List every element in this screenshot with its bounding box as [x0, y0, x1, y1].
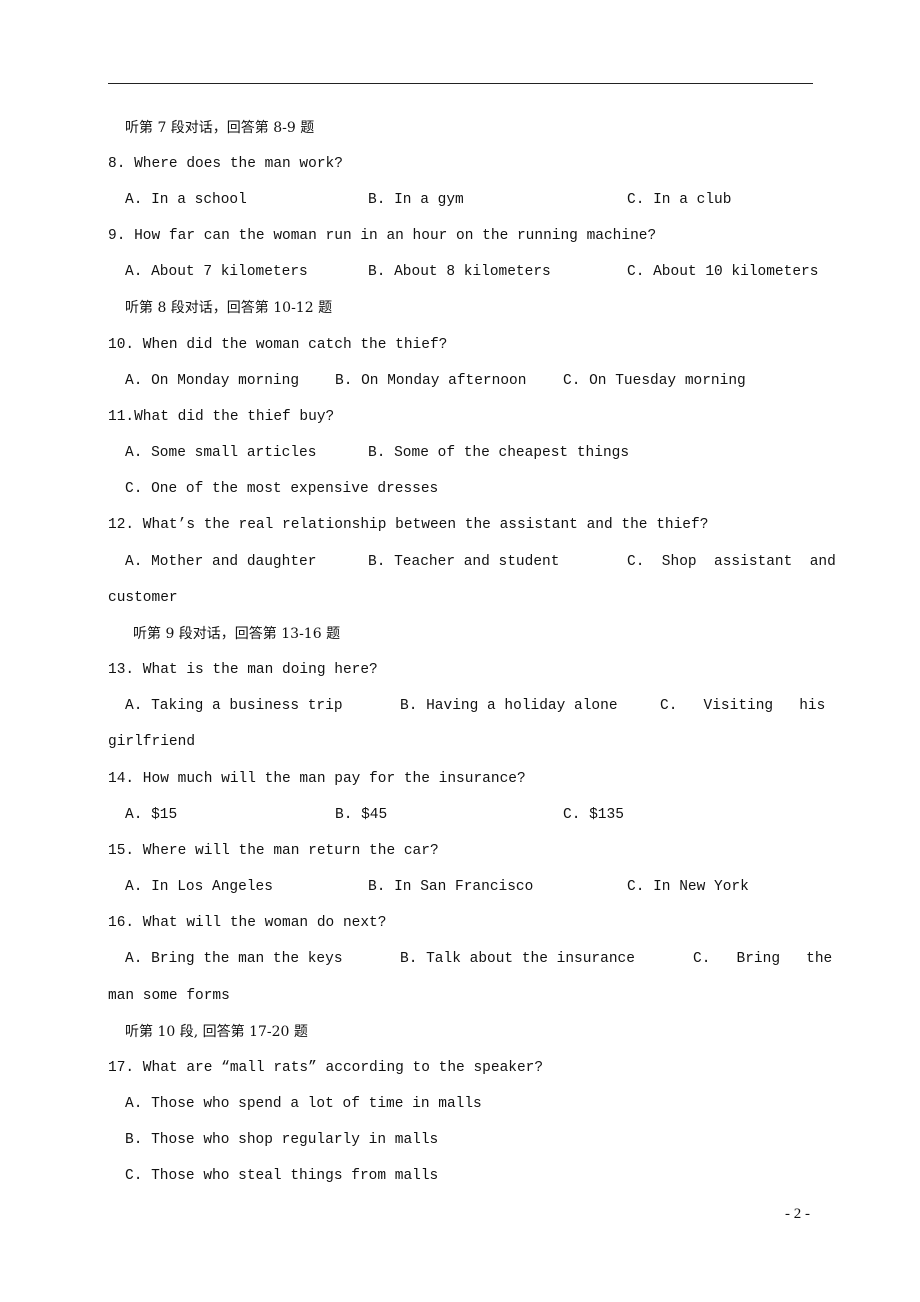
option-b: B. Those who shop regularly in malls: [125, 1132, 439, 1148]
question-stem: 15. Where will the man return the car?: [108, 843, 439, 859]
question-stem: 14. How much will the man pay for the in…: [108, 771, 526, 787]
option-a: A. Bring the man the keys: [125, 951, 343, 967]
option-a: A. $15: [125, 807, 178, 823]
option-c: C. Bring the: [693, 951, 833, 967]
option-a: A. Mother and daughter: [125, 554, 317, 570]
section-heading: 听第 9 段对话，回答第 13-16 题: [133, 626, 341, 642]
option-a: A. In a school: [125, 192, 247, 208]
option-b: B. In San Francisco: [368, 879, 534, 895]
option-b: B. Having a holiday alone: [400, 698, 618, 714]
option-a: A. Taking a business trip: [125, 698, 343, 714]
option-c: C. Those who steal things from malls: [125, 1168, 439, 1184]
question-stem: 10. When did the woman catch the thief?: [108, 337, 448, 353]
option-a: A. Some small articles: [125, 445, 317, 461]
option-c-continued: customer: [108, 590, 178, 606]
question-stem: 17. What are “mall rats” according to th…: [108, 1060, 544, 1076]
page-number: - 2 -: [785, 1206, 810, 1222]
question-stem: 12. What’s the real relationship between…: [108, 517, 709, 533]
option-c: C. One of the most expensive dresses: [125, 481, 439, 497]
question-stem: 16. What will the woman do next?: [108, 915, 387, 931]
option-c: C. In New York: [627, 879, 749, 895]
option-a: A. On Monday morning: [125, 373, 300, 389]
option-c: C. On Tuesday morning: [563, 373, 746, 389]
option-b: B. On Monday afternoon: [335, 373, 527, 389]
option-c: C. $135: [563, 807, 624, 823]
option-b: B. In a gym: [368, 192, 464, 208]
option-b: B. $45: [335, 807, 388, 823]
header-rule: [108, 83, 813, 84]
section-heading: 听第 7 段对话，回答第 8-9 题: [125, 120, 315, 136]
question-stem: 9. How far can the woman run in an hour …: [108, 228, 657, 244]
option-b: B. Teacher and student: [368, 554, 560, 570]
option-b: B. About 8 kilometers: [368, 264, 551, 280]
option-c-continued: man some forms: [108, 988, 230, 1004]
question-stem: 13. What is the man doing here?: [108, 662, 378, 678]
question-stem: 11.What did the thief buy?: [108, 409, 335, 425]
option-c-continued: girlfriend: [108, 734, 196, 750]
option-c: C. Shop assistant and: [627, 554, 836, 570]
question-stem: 8. Where does the man work?: [108, 156, 343, 172]
section-heading: 听第 8 段对话，回答第 10-12 题: [125, 300, 333, 316]
option-c: C. About 10 kilometers: [627, 264, 819, 280]
option-a: A. Those who spend a lot of time in mall…: [125, 1096, 482, 1112]
option-c: C. In a club: [627, 192, 732, 208]
option-a: A. In Los Angeles: [125, 879, 273, 895]
option-b: B. Talk about the insurance: [400, 951, 635, 967]
option-b: B. Some of the cheapest things: [368, 445, 630, 461]
option-a: A. About 7 kilometers: [125, 264, 308, 280]
section-heading: 听第 10 段, 回答第 17-20 题: [125, 1024, 308, 1040]
option-c: C. Visiting his: [660, 698, 826, 714]
